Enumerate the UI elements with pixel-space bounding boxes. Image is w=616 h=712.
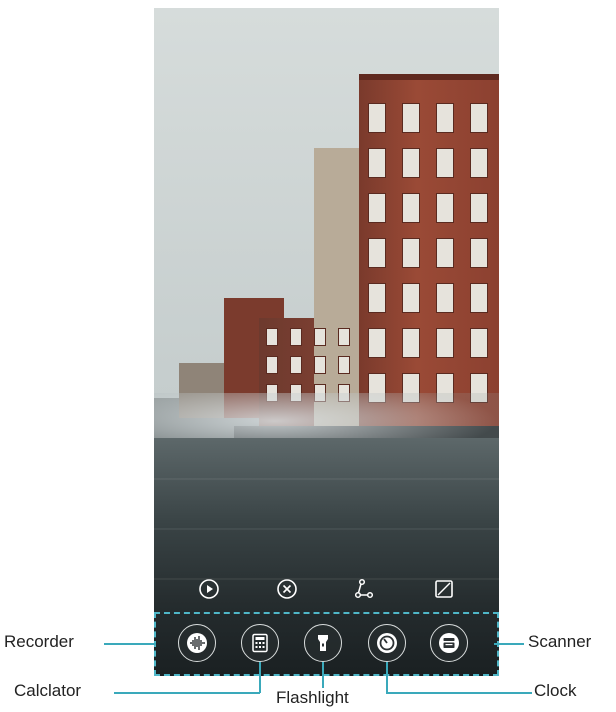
window (436, 193, 454, 223)
window (470, 103, 488, 133)
window (368, 193, 386, 223)
calculator-leader-line-h (114, 692, 260, 694)
window (470, 238, 488, 268)
close-circle-icon[interactable] (275, 578, 299, 602)
play-icon[interactable] (197, 578, 221, 602)
waveform-icon (187, 633, 207, 653)
calculator-leader-line-v (259, 662, 261, 693)
scanner-icon (439, 633, 459, 653)
window (338, 356, 350, 374)
window (402, 238, 420, 268)
window (436, 238, 454, 268)
timer-icon (377, 633, 397, 653)
window (368, 238, 386, 268)
window (470, 283, 488, 313)
recorder-button[interactable] (178, 624, 216, 662)
window (290, 356, 302, 374)
scanner-button[interactable] (430, 624, 468, 662)
share-icon[interactable] (352, 578, 376, 602)
clock-leader-line-h (386, 692, 532, 694)
edit-image-icon[interactable] (432, 578, 456, 602)
window (470, 148, 488, 178)
scanner-leader-line (494, 643, 524, 645)
lock-screen (154, 8, 499, 676)
window (470, 193, 488, 223)
roofline (359, 74, 499, 80)
flashlight-button[interactable] (304, 624, 342, 662)
clock-button[interactable] (368, 624, 406, 662)
clock-label: Clock (534, 681, 577, 700)
calculator-icon (252, 633, 268, 653)
window (368, 103, 386, 133)
flashlight-label: Flashlight (276, 688, 349, 707)
window (368, 148, 386, 178)
lock-screen-toolbar (154, 578, 499, 606)
recorder-label: Recorder (4, 632, 74, 651)
window (402, 193, 420, 223)
window (436, 328, 454, 358)
window (266, 328, 278, 346)
clock-leader-line-v (386, 662, 388, 693)
window (368, 328, 386, 358)
window (402, 148, 420, 178)
calculator-button[interactable] (241, 624, 279, 662)
window (436, 148, 454, 178)
calculator-label: Calclator (14, 681, 82, 700)
window (314, 328, 326, 346)
scanner-label: Scanner (528, 632, 592, 651)
window (402, 103, 420, 133)
window (436, 103, 454, 133)
window (436, 283, 454, 313)
window (470, 328, 488, 358)
window (314, 356, 326, 374)
window (402, 283, 420, 313)
window (266, 356, 278, 374)
recorder-leader-line (104, 643, 156, 645)
flashlight-leader-line (322, 662, 324, 688)
window (368, 283, 386, 313)
window (402, 328, 420, 358)
flashlight-icon (318, 635, 328, 651)
window (338, 328, 350, 346)
window (290, 328, 302, 346)
